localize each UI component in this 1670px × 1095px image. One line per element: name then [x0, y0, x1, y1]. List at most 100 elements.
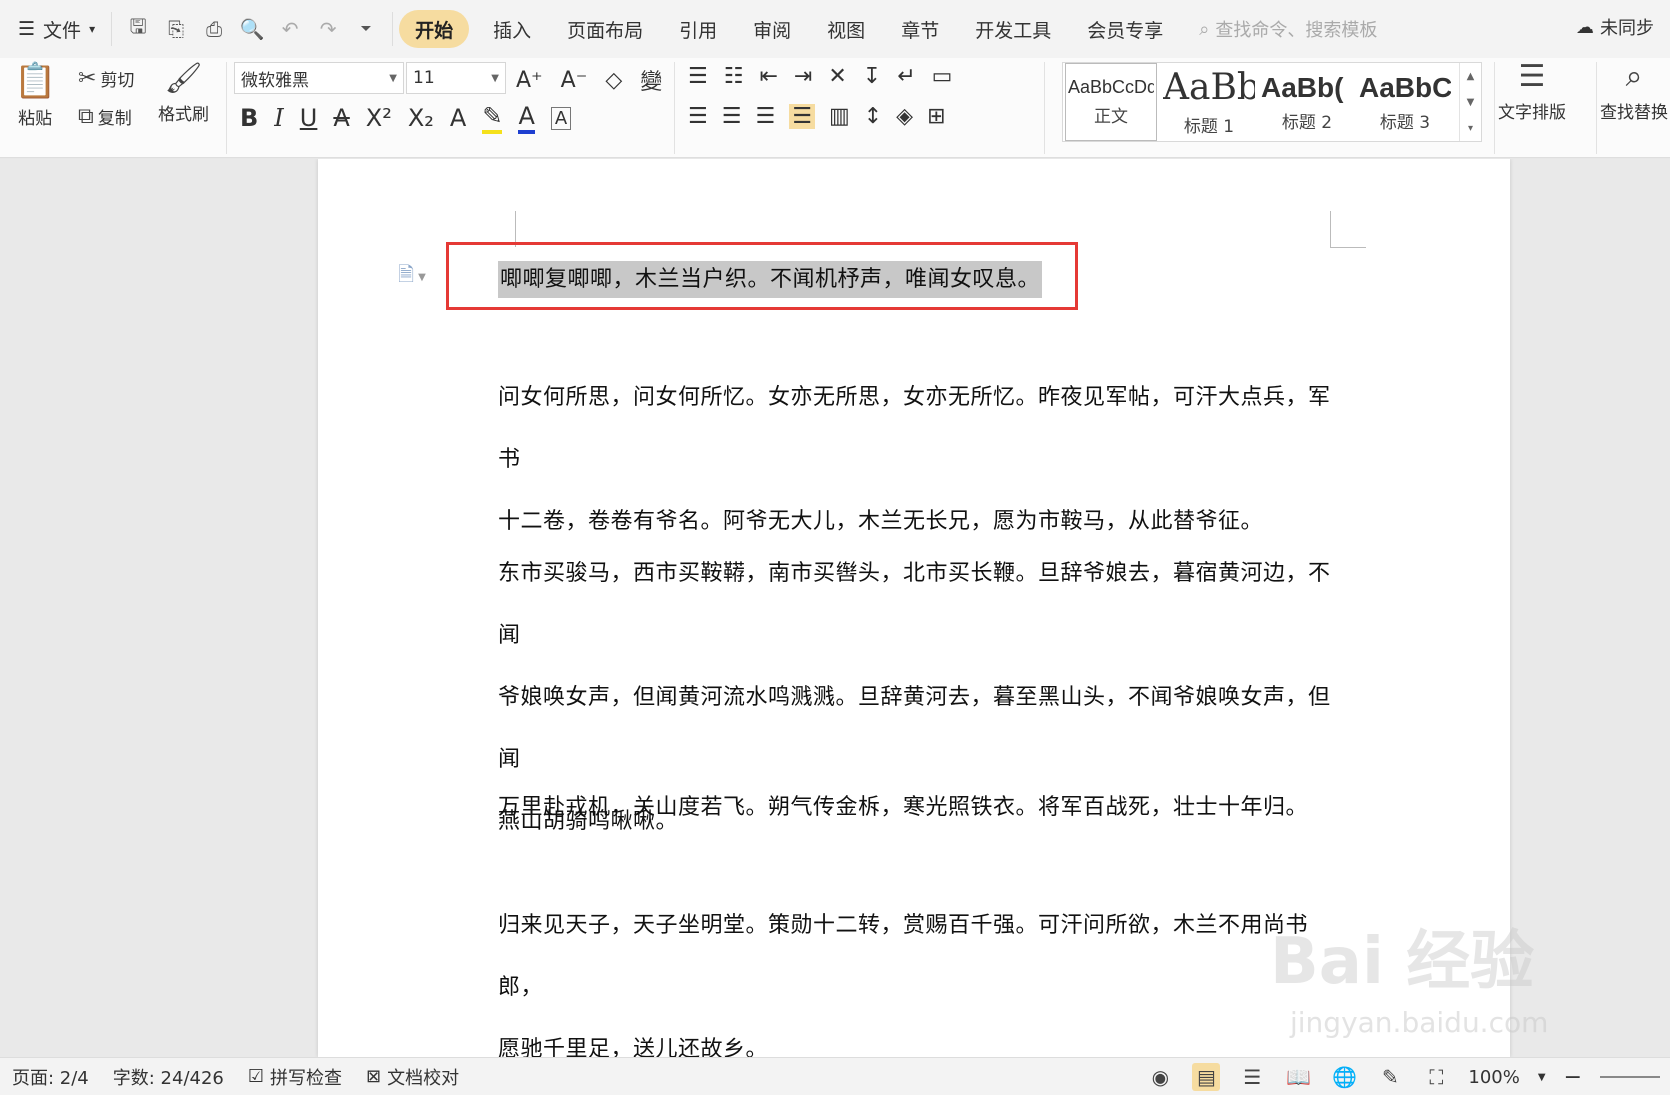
status-bar: 页面: 2/4 字数: 24/426 ☑ 拼写检查 ⊠ 文档校对 ◉ ▤ ☰ 📖…: [0, 1057, 1670, 1095]
chevron-down-icon[interactable]: ▼: [1467, 97, 1475, 108]
web-view-icon[interactable]: 🌐: [1330, 1063, 1358, 1091]
group-divider: [226, 62, 227, 154]
bold-icon[interactable]: B: [240, 104, 258, 132]
customize-toolbar-icon[interactable]: ⏷: [354, 17, 378, 41]
paragraph-4[interactable]: 万里赴戎机，关山度若飞。朔气传金柝，寒光照铁衣。将军百战死，壮士十年归。: [498, 777, 1338, 839]
tab-review[interactable]: 审阅: [735, 10, 809, 48]
redo-icon[interactable]: ↷: [316, 17, 340, 41]
zoom-out-icon[interactable]: −: [1564, 1065, 1582, 1090]
char-border-icon[interactable]: A: [550, 106, 572, 130]
text-layout-icon: ☰: [1518, 59, 1546, 94]
style-heading-3[interactable]: AaBbC 标题 3: [1357, 63, 1453, 141]
tab-home[interactable]: 开始: [399, 10, 470, 48]
page-indicator[interactable]: 页面: 2/4: [0, 1064, 101, 1090]
shrink-font-icon[interactable]: A⁻: [561, 68, 588, 93]
sort-icon[interactable]: ↧: [863, 64, 881, 89]
text-layout-button[interactable]: ☰ 文字排版: [1498, 59, 1566, 124]
align-right-icon[interactable]: ☰: [755, 104, 775, 129]
annotation-box: [446, 242, 1078, 310]
fit-page-icon[interactable]: ⛶: [1422, 1063, 1450, 1091]
outline-view-icon[interactable]: ☰: [1238, 1063, 1266, 1091]
numbering-icon[interactable]: ☷: [724, 64, 744, 89]
tab-page-layout[interactable]: 页面布局: [549, 10, 661, 48]
write-mode-icon[interactable]: ✎: [1376, 1063, 1404, 1091]
paste-icon: 📋: [14, 61, 57, 101]
style-heading-1[interactable]: AaBb 标题 1: [1161, 63, 1257, 141]
clear-format-icon[interactable]: ◇: [605, 68, 622, 93]
reading-view-icon[interactable]: 📖: [1284, 1063, 1312, 1091]
borders-icon[interactable]: ⊞: [927, 104, 945, 129]
command-search[interactable]: ⌕ 查找命令、搜索模板: [1199, 16, 1377, 42]
paragraph-5[interactable]: 归来见天子，天子坐明堂。策勋十二转，赏赐百千强。可汗问所欲，木兰不用尚书郎， 愿…: [498, 895, 1338, 1057]
zoom-slider[interactable]: [1600, 1076, 1660, 1078]
tab-insert[interactable]: 插入: [475, 10, 549, 48]
superscript-icon[interactable]: X²: [366, 104, 392, 132]
sync-status[interactable]: ☁ 未同步: [1576, 14, 1654, 40]
chinese-layout-icon[interactable]: ✕: [828, 64, 846, 89]
hamburger-icon: ☰: [18, 18, 36, 40]
copy-icon: ⧉: [78, 103, 94, 129]
font-name-select[interactable]: 微软雅黑 ▼: [234, 62, 404, 94]
export-icon[interactable]: ⎘: [164, 17, 188, 41]
tab-stops-icon[interactable]: ▭: [932, 64, 953, 89]
chevron-down-icon: ▾: [89, 22, 96, 36]
eye-protection-icon[interactable]: ◉: [1146, 1063, 1174, 1091]
show-marks-icon[interactable]: ↵: [897, 64, 915, 89]
decrease-indent-icon[interactable]: ⇤: [759, 64, 777, 89]
zoom-level[interactable]: 100%: [1468, 1067, 1519, 1088]
distributed-icon[interactable]: ▥: [829, 104, 850, 129]
tab-developer[interactable]: 开发工具: [957, 10, 1069, 48]
align-left-icon[interactable]: ☰: [688, 104, 708, 129]
paste-button[interactable]: 📋 粘贴: [14, 64, 56, 129]
paragraph-menu[interactable]: 🗎 ▼: [398, 262, 426, 289]
copy-button[interactable]: ⧉ 复制: [78, 104, 132, 129]
paragraph-2[interactable]: 问女何所思，问女何所忆。女亦无所思，女亦无所忆。昨夜见军帖，可汗大点兵，军书 十…: [498, 367, 1338, 553]
underline-icon[interactable]: U: [300, 104, 318, 132]
chevron-down-icon[interactable]: ▼: [1538, 1072, 1546, 1083]
align-center-icon[interactable]: ☰: [722, 104, 742, 129]
phonetic-guide-icon[interactable]: 變: [640, 64, 662, 96]
quick-access-toolbar: 🖫 ⎘ ⎙ 🔍 ↶ ↷ ⏷: [111, 12, 394, 46]
print-icon[interactable]: ⎙: [202, 17, 226, 41]
font-size-value: 11: [413, 68, 435, 88]
chevron-up-icon[interactable]: ▲: [1467, 71, 1475, 82]
strikethrough-icon[interactable]: A: [333, 104, 349, 132]
group-divider: [674, 62, 675, 154]
bullets-icon[interactable]: ☰: [688, 64, 708, 89]
subscript-icon[interactable]: X₂: [408, 104, 434, 132]
tab-member[interactable]: 会员专享: [1069, 10, 1181, 48]
grow-font-icon[interactable]: A⁺: [516, 68, 543, 93]
increase-indent-icon[interactable]: ⇥: [794, 64, 812, 89]
font-color-icon[interactable]: A: [518, 102, 535, 134]
print-preview-icon[interactable]: 🔍: [240, 17, 265, 41]
font-size-select[interactable]: 11 ▼: [406, 62, 506, 94]
style-heading-2[interactable]: AaBb( 标题 2: [1259, 63, 1355, 141]
tab-chapter[interactable]: 章节: [883, 10, 957, 48]
style-sample: AaBbCcDd: [1068, 77, 1154, 97]
list-tools: ☰ ☷ ⇤ ⇥ ✕ ↧ ↵ ▭: [688, 64, 952, 89]
justify-icon[interactable]: ☰: [789, 104, 815, 129]
text-line: 愿驰千里足，送儿还故乡。: [498, 1037, 769, 1057]
brush-icon: 🖌: [164, 61, 203, 96]
doc-proof-button[interactable]: ⊠ 文档校对: [354, 1064, 471, 1090]
tab-view[interactable]: 视图: [809, 10, 883, 48]
style-normal[interactable]: AaBbCcDd 正文: [1065, 63, 1157, 141]
save-icon[interactable]: 🖫: [126, 14, 150, 41]
spell-check-button[interactable]: ☑ 拼写检查: [236, 1064, 354, 1090]
doc-proof-label: 文档校对: [387, 1067, 460, 1089]
tab-references[interactable]: 引用: [661, 10, 735, 48]
styles-scroll[interactable]: ▲ ▼ ▾: [1459, 63, 1481, 141]
page-view-icon[interactable]: ▤: [1192, 1063, 1221, 1091]
cut-button[interactable]: ✂ 剪切: [78, 66, 134, 91]
format-painter-button[interactable]: 🖌 格式刷: [158, 61, 209, 126]
word-count[interactable]: 字数: 24/426: [101, 1064, 236, 1090]
highlight-icon[interactable]: ✎: [482, 102, 503, 134]
find-replace-button[interactable]: ⌕ 查找替换: [1600, 62, 1668, 124]
line-spacing-icon[interactable]: ↕: [864, 104, 882, 129]
shading-icon[interactable]: ◈: [896, 104, 913, 129]
undo-icon[interactable]: ↶: [278, 17, 302, 41]
expand-icon[interactable]: ▾: [1468, 123, 1473, 134]
file-menu[interactable]: ☰ 文件 ▾: [0, 10, 111, 48]
italic-icon[interactable]: I: [274, 104, 283, 132]
text-effect-icon[interactable]: A: [450, 104, 466, 132]
